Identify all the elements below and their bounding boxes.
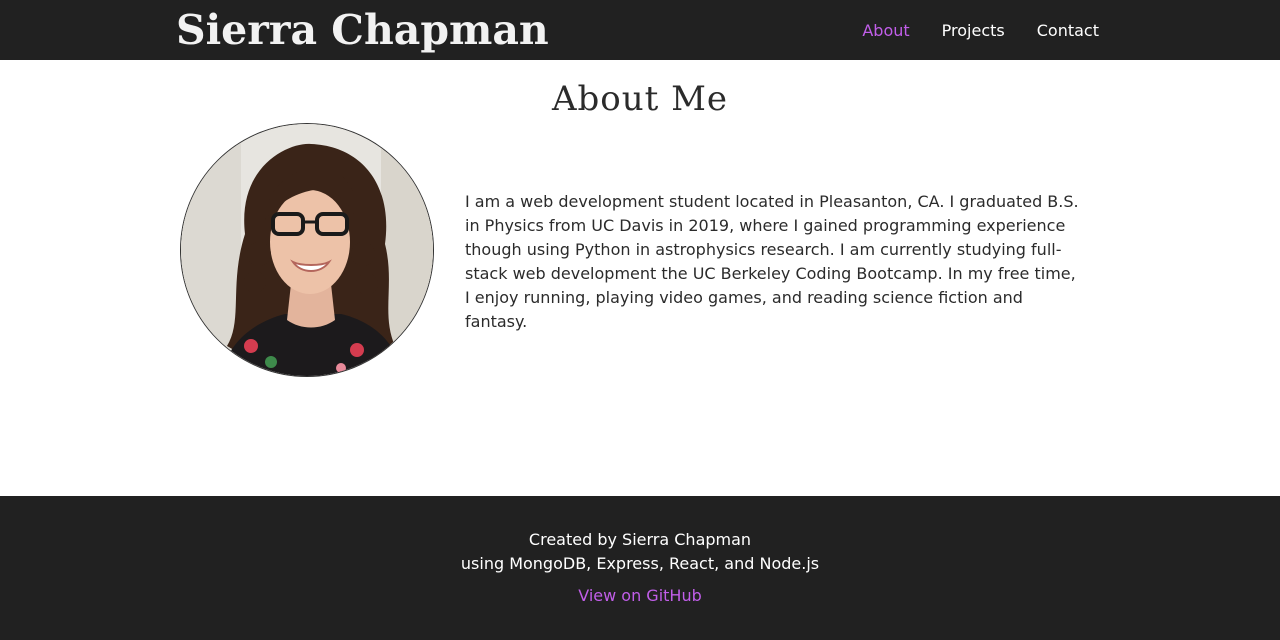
page-title: About Me	[551, 79, 729, 119]
site-footer: Created by Sierra Chapman using MongoDB,…	[0, 496, 1280, 640]
main-nav: About Projects Contact	[862, 0, 1099, 60]
profile-photo	[180, 123, 434, 377]
bio-text: I am a web development student located i…	[465, 192, 1079, 331]
profile-photo-illustration	[181, 124, 433, 376]
nav-link-contact[interactable]: Contact	[1037, 21, 1099, 40]
github-link[interactable]: View on GitHub	[578, 586, 702, 605]
site-title: Sierra Chapman	[176, 6, 549, 54]
nav-link-projects[interactable]: Projects	[942, 21, 1005, 40]
footer-tech-stack: using MongoDB, Express, React, and Node.…	[460, 554, 820, 573]
main-content: About Me I am a web development student …	[0, 60, 1280, 496]
site-header: Sierra Chapman About Projects Contact	[0, 0, 1280, 60]
footer-credit: Created by Sierra Chapman	[528, 530, 752, 549]
nav-link-about[interactable]: About	[862, 21, 909, 40]
footer-github: View on GitHub	[0, 584, 1280, 608]
